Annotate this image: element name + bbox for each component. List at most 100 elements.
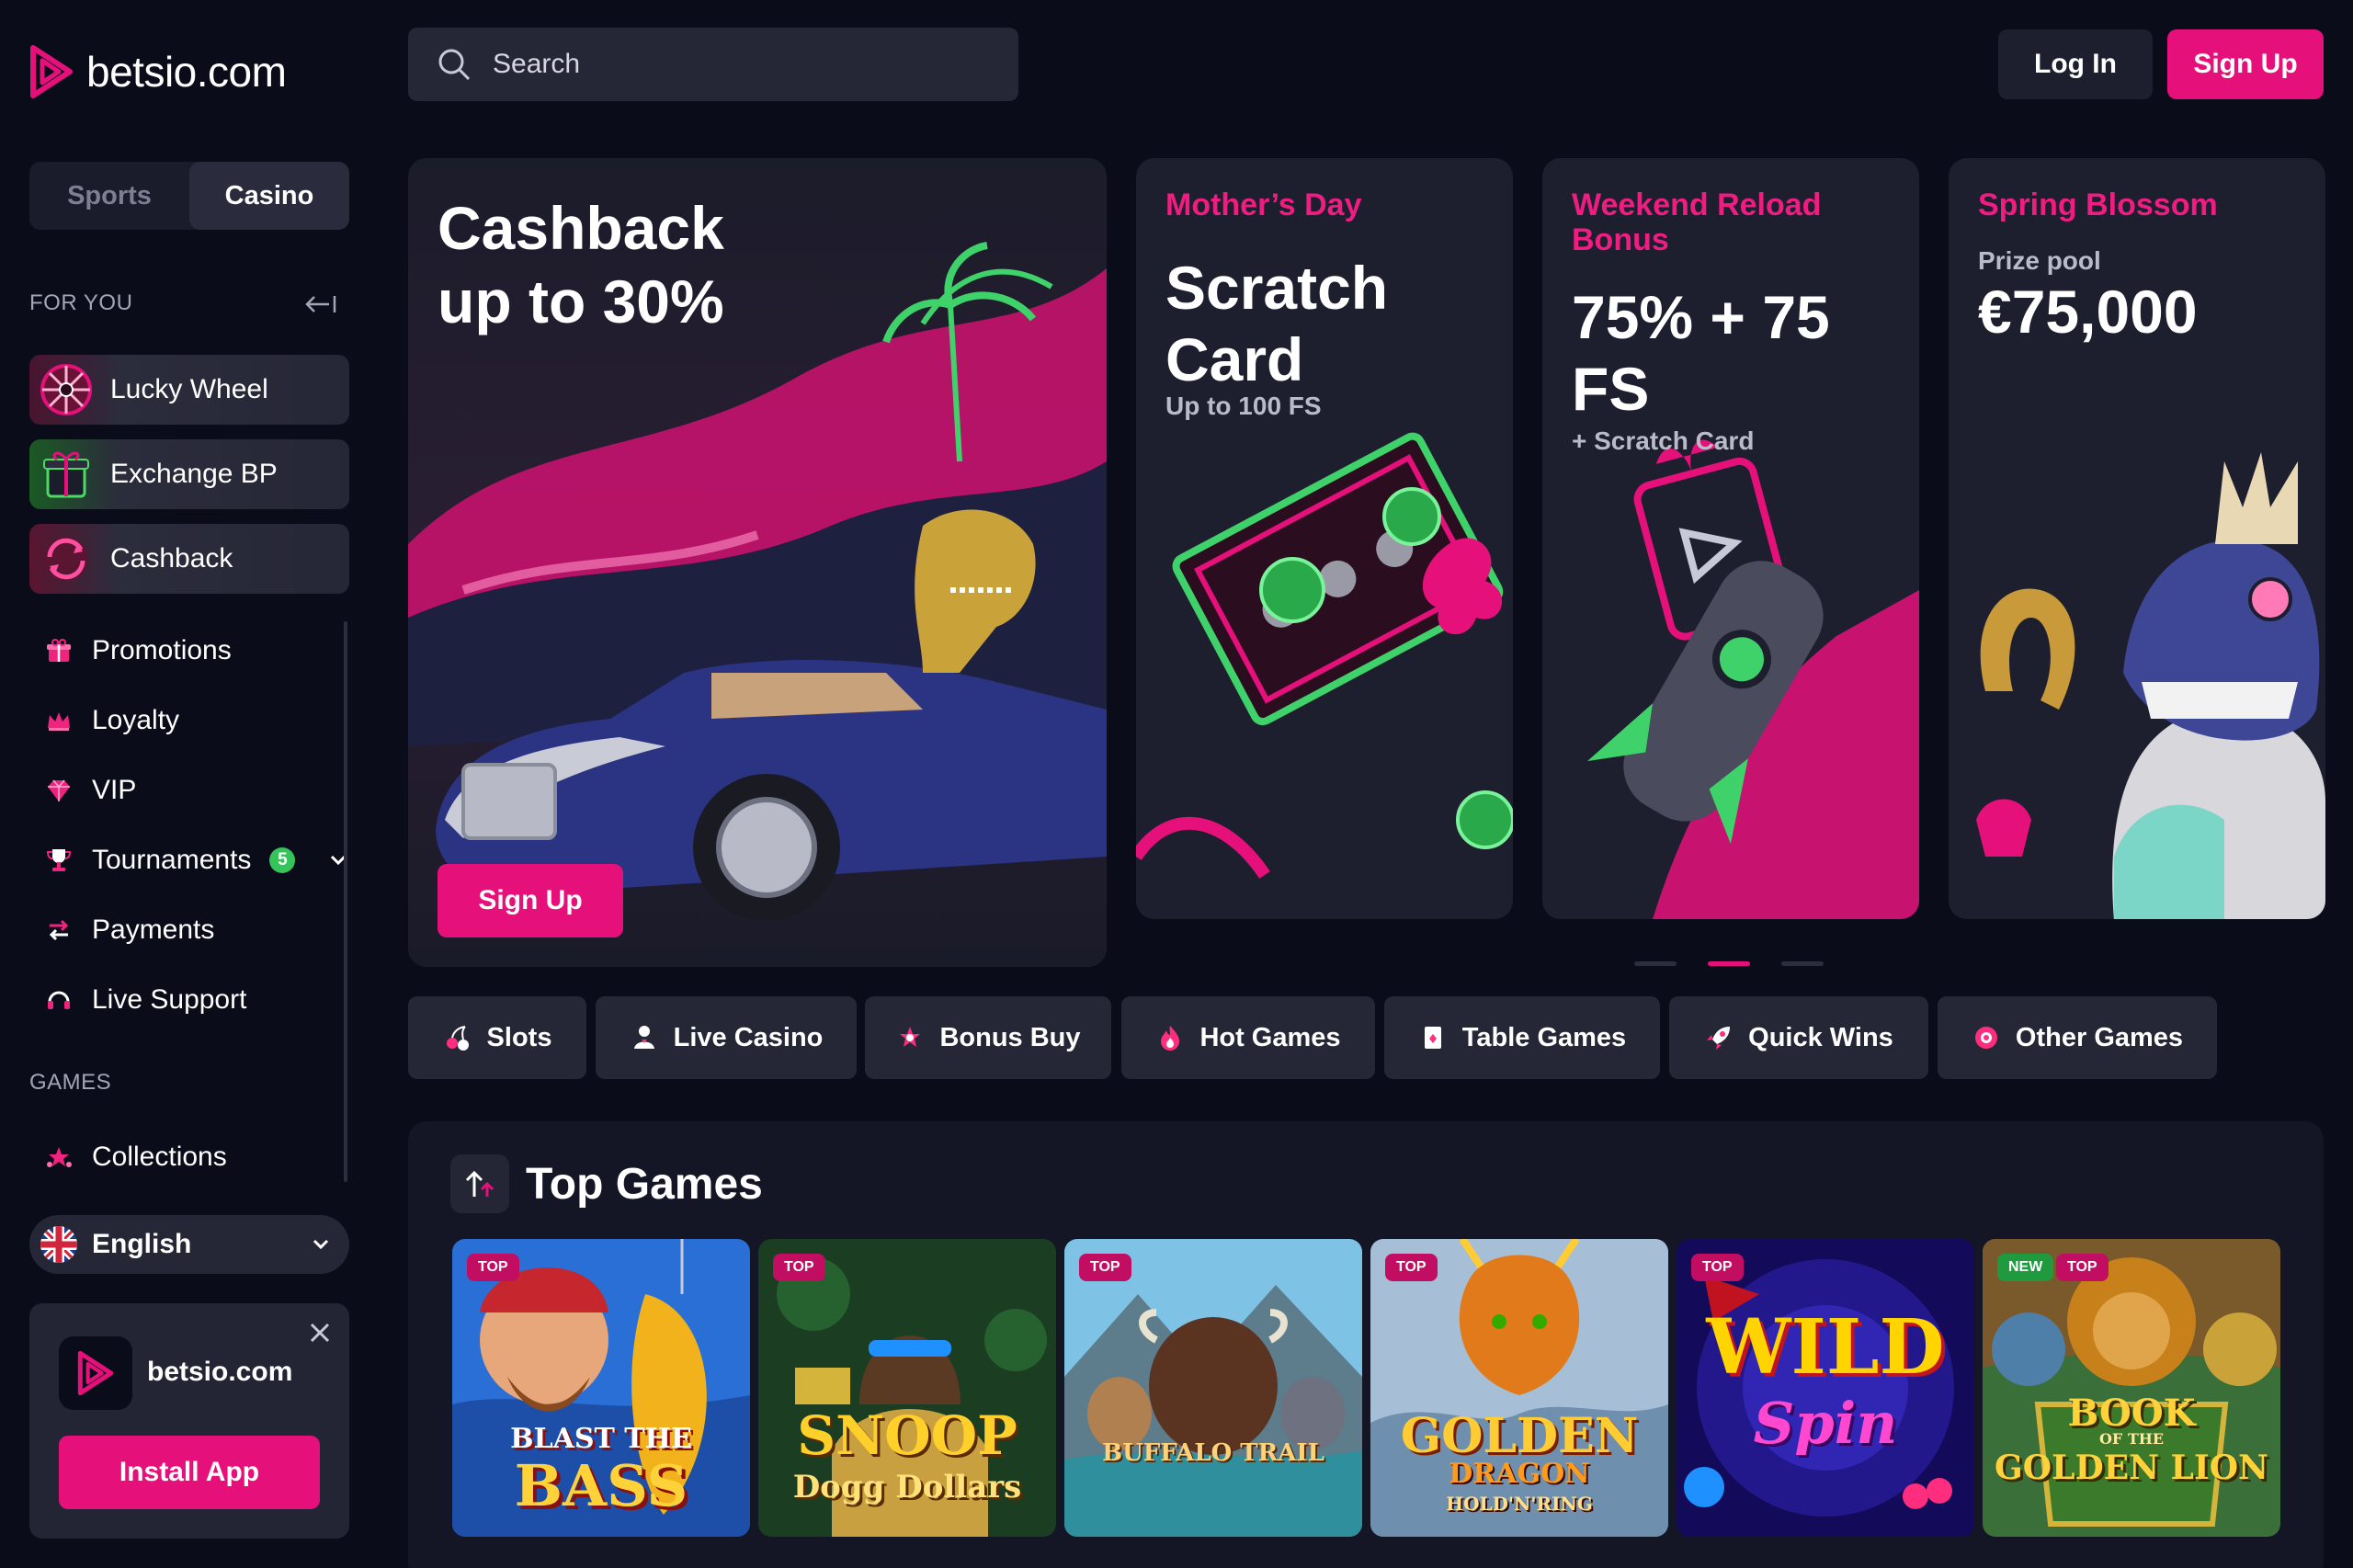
diamond-icon [48,779,70,801]
game-tile-snoop-dogg-dollars[interactable]: TOP SNOOP Dogg Dollars [758,1239,1056,1537]
feature-cashback[interactable]: Cashback [29,524,349,594]
trending-up-icon [450,1154,509,1213]
headline-line: up to 30% [438,267,724,335]
brand-logo[interactable]: betsio.com [28,44,287,99]
nav-live-support[interactable]: Live Support [44,977,246,1023]
carousel-dot[interactable] [1781,961,1824,966]
login-button[interactable]: Log In [1998,29,2153,99]
cashback-headline: Cashback up to 30% [438,191,860,338]
nav-label: Payments [92,915,215,945]
game-thumbnail [1064,1239,1362,1537]
nav-promotions[interactable]: Promotions [44,628,232,674]
nav-loyalty[interactable]: Loyalty [44,698,179,744]
game-title: BLAST THE [510,1423,692,1455]
game-title: BOOK [2067,1392,2196,1435]
feature-label: Lucky Wheel [110,374,268,404]
feature-lucky-wheel[interactable]: Lucky Wheel [29,355,349,425]
trophy-icon [46,849,72,871]
top-tag: TOP [1691,1254,1744,1281]
new-tag: NEW [1997,1254,2054,1281]
transfer-icon [49,919,69,941]
search-input[interactable]: Search [408,28,1018,101]
sidebar-scrollbar[interactable] [344,621,347,1182]
nav-label: Promotions [92,635,232,665]
banner-signup-button[interactable]: Sign Up [438,864,623,937]
game-title: HOLD'N'RING [1446,1493,1593,1515]
promo-subtitle: + Scratch Card [1572,426,1755,455]
language-selector[interactable]: English [29,1215,349,1274]
promo-card-spring-blossom[interactable]: Spring Blossom Prize pool €75,000 [1949,158,2325,919]
promo-subtitle: Up to 100 FS [1165,392,1322,420]
stars-icon [47,1147,72,1167]
rocket-icon [1707,1027,1731,1050]
cashback-banner[interactable]: Cashback up to 30% Sign Up [408,158,1107,967]
nav-vip[interactable]: VIP [44,767,136,813]
language-label: English [92,1229,192,1259]
promo-title: 75% + 75 FS [1572,281,1903,425]
top-tag: TOP [1079,1254,1131,1281]
tab-hot-games[interactable]: Hot Games [1121,996,1375,1079]
nav-label: Live Support [92,984,247,1015]
nav-collections[interactable]: Collections [44,1134,227,1180]
carousel-dot[interactable] [1634,961,1677,966]
feature-label: Exchange BP [110,459,278,489]
feature-exchange-bp[interactable]: Exchange BP [29,439,349,509]
nav-label: Collections [92,1142,227,1172]
game-title: WILD [1706,1303,1945,1392]
promo-title-line: €75,000 [1978,278,2198,346]
carousel-dot-active[interactable] [1708,961,1750,966]
nav-tournaments[interactable]: Tournaments 5 [44,837,350,883]
search-placeholder: Search [493,49,581,79]
tab-sports[interactable]: Sports [29,162,189,230]
game-tile-golden-dragon[interactable]: TOP GOLDEN DRAGON HOLD'N'RING [1370,1239,1668,1537]
install-app-card: betsio.com Install App [29,1303,349,1539]
feature-label: Cashback [110,543,233,574]
nav-label: Tournaments [92,845,252,875]
game-title: BUFFALO TRAIL [1102,1439,1324,1467]
wheel-icon [40,364,92,415]
tab-slots[interactable]: Slots [408,996,586,1079]
carousel-indicator [1634,961,1824,966]
promo-card-mothers-day[interactable]: Mother’s Day Scratch Card Up to 100 FS [1136,158,1513,919]
tab-label: Slots [486,1022,552,1052]
flame-icon [1161,1026,1180,1051]
logo-icon [77,1350,114,1396]
collapse-sidebar-icon[interactable] [301,290,338,318]
games-heading: GAMES [29,1070,112,1095]
game-tile-wild-spin[interactable]: TOP WILD Spin [1677,1239,1974,1537]
dealer-icon [633,1026,654,1049]
tab-label: Live Casino [673,1022,824,1052]
tournaments-count-badge: 5 [269,847,296,873]
tab-other-games[interactable]: Other Games [1938,996,2217,1079]
gift-box-icon [43,451,89,498]
game-title: DRAGON [1449,1458,1590,1490]
bonus-icon [900,1027,921,1047]
promo-card-weekend-reload[interactable]: Weekend Reload Bonus 75% + 75 FS + Scrat… [1542,158,1919,919]
top-games-title: Top Games [526,1159,763,1209]
reload-rocket-artwork [1587,439,1919,919]
install-app-button[interactable]: Install App [59,1436,320,1509]
close-icon[interactable] [307,1320,333,1346]
tab-table-games[interactable]: Table Games [1384,996,1660,1079]
game-tile-buffalo-trail[interactable]: TOP BUFFALO TRAIL [1064,1239,1362,1537]
game-title: Spin [1753,1390,1898,1457]
top-games-section: Top Games TOP BLAST THE BASS TOP SNOOP D… [408,1121,2324,1568]
tab-bonus-buy[interactable]: Bonus Buy [865,996,1111,1079]
sidebar: betsio.com Sports Casino FOR YOU Lucky W… [0,0,381,1568]
tab-casino[interactable]: Casino [189,162,349,230]
tab-live-casino[interactable]: Live Casino [596,996,857,1079]
tab-label: Table Games [1461,1022,1627,1052]
game-tile-book-of-the-golden-lion[interactable]: NEW TOP BOOK OF THE GOLDEN LION [1983,1239,2280,1537]
game-title: OF THE [2098,1430,2165,1448]
promo-title-line: FS [1572,355,1650,423]
top-tag: TOP [2056,1254,2109,1281]
tab-quick-wins[interactable]: Quick Wins [1669,996,1928,1079]
nav-payments[interactable]: Payments [44,907,214,953]
tab-label: Hot Games [1199,1022,1341,1052]
promo-title-line: 75% + 75 [1572,283,1830,351]
game-title: Dogg Dollars [792,1469,1022,1506]
game-tile-blast-the-bass[interactable]: TOP BLAST THE BASS [452,1239,750,1537]
promo-title: €75,000 [1978,276,2309,347]
promo-kicker: Spring Blossom [1978,187,2218,222]
signup-button[interactable]: Sign Up [2167,29,2324,99]
